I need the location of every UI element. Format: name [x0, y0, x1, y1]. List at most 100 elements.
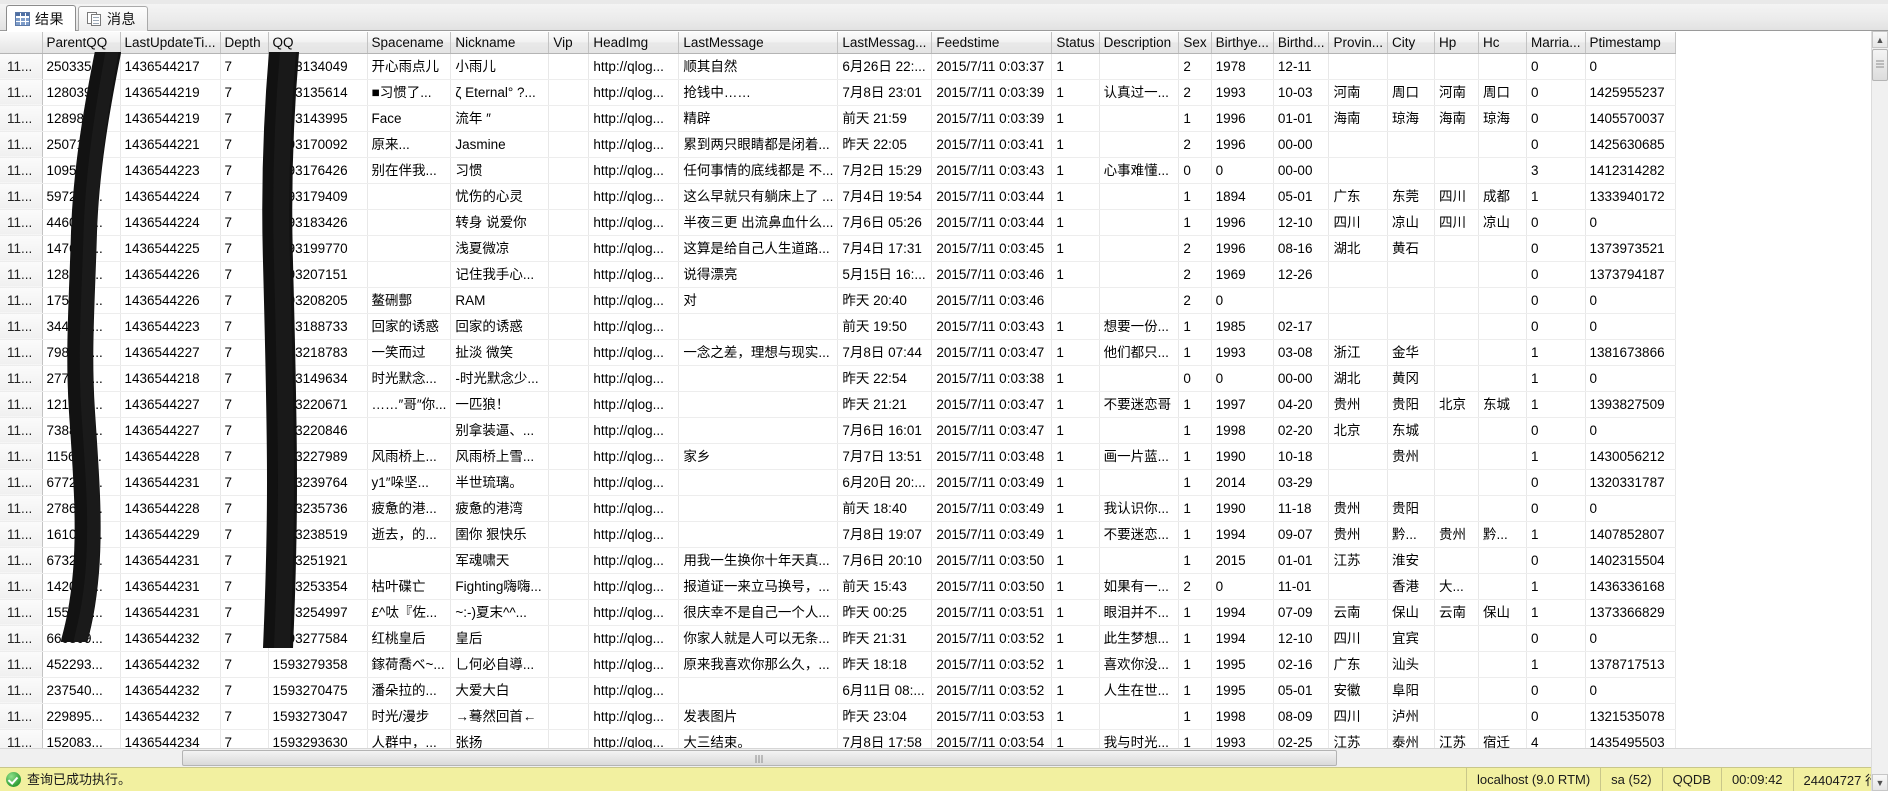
hscroll-page-right[interactable] [1337, 749, 1854, 767]
cell-rowhdr[interactable]: 11... [0, 365, 43, 392]
cell-vip[interactable] [548, 573, 590, 600]
cell-hc[interactable] [1478, 547, 1527, 574]
cell-feedstime[interactable]: 2015/7/11 0:03:39 [931, 105, 1053, 132]
table-row[interactable]: 11... 128646... 1436544226 7 1593207151 记住我手心… [0, 261, 1676, 288]
cell-ptimestamp[interactable]: 1402315504 [1585, 547, 1676, 574]
cell-parentqq[interactable]: 250335... [42, 53, 121, 80]
cell-hp[interactable]: 河南 [1434, 79, 1479, 106]
cell-birthday[interactable]: 12-10 [1273, 625, 1330, 652]
hscroll-thumb[interactable] [182, 750, 1337, 766]
cell-rowhdr[interactable]: 11... [0, 625, 43, 652]
cell-hp[interactable]: 四川 [1434, 209, 1479, 236]
cell-birthday[interactable]: 00-00 [1273, 157, 1330, 184]
cell-hp[interactable] [1434, 235, 1479, 262]
cell-spacename[interactable]: 逝去，的... [367, 521, 452, 548]
cell-hc[interactable]: 东城 [1478, 391, 1527, 418]
cell-feedstime[interactable]: 2015/7/11 0:03:49 [931, 495, 1053, 522]
cell-nickname[interactable]: 浅夏微凉 [450, 235, 550, 262]
cell-hp[interactable] [1434, 287, 1479, 314]
cell-description[interactable] [1099, 365, 1180, 392]
cell-nickname[interactable]: 乚何必自導... [450, 651, 550, 678]
cell-lastmessagt[interactable]: 7月8日 19:07 [837, 521, 933, 548]
cell-depth[interactable]: 7 [220, 391, 269, 418]
cell-city[interactable]: 凉山 [1387, 209, 1435, 236]
cell-parentqq[interactable]: 121091... [42, 391, 121, 418]
cell-hp[interactable]: 四川 [1434, 183, 1479, 210]
cell-city[interactable]: 东城 [1387, 417, 1435, 444]
cell-headimg[interactable]: http://qlog... [588, 677, 680, 704]
cell-nickname[interactable]: 风雨桥上雪... [450, 443, 550, 470]
cell-lastmessagt[interactable]: 昨天 21:21 [837, 391, 933, 418]
table-row[interactable]: 11... 798475... 1436544227 7 1593218783 一笑而过扯… [0, 339, 1676, 366]
cell-description[interactable]: 不要迷恋哥 [1099, 391, 1180, 418]
cell-parentqq[interactable]: 673225... [42, 547, 121, 574]
cell-ptimestamp[interactable]: 0 [1585, 209, 1676, 236]
cell-vip[interactable] [548, 131, 590, 158]
cell-ptimestamp[interactable]: 1435495503 [1585, 729, 1676, 748]
column-header-hc[interactable]: Hc [1478, 32, 1527, 54]
cell-status[interactable]: 1 [1051, 209, 1100, 236]
cell-parentqq[interactable]: 344329... [42, 313, 121, 340]
cell-lastupdateti[interactable]: 1436544229 [120, 521, 221, 548]
cell-hp[interactable] [1434, 157, 1479, 184]
cell-lastmessagt[interactable]: 7月4日 17:31 [837, 235, 933, 262]
cell-birthday[interactable]: 09-07 [1273, 521, 1330, 548]
cell-status[interactable] [1051, 287, 1100, 314]
cell-headimg[interactable]: http://qlog... [588, 573, 680, 600]
cell-lastupdateti[interactable]: 1436544231 [120, 599, 221, 626]
cell-province[interactable]: 贵州 [1328, 521, 1388, 548]
cell-nickname[interactable]: 疲惫的港湾 [450, 495, 550, 522]
cell-rowhdr[interactable]: 11... [0, 261, 43, 288]
cell-status[interactable]: 1 [1051, 599, 1100, 626]
cell-nickname[interactable]: 小雨儿 [450, 53, 550, 80]
cell-spacename[interactable]: 别在伴我... [367, 157, 452, 184]
cell-birthday[interactable]: 10-03 [1273, 79, 1330, 106]
cell-lastmessagt[interactable]: 7月6日 16:01 [837, 417, 933, 444]
cell-headimg[interactable]: http://qlog... [588, 261, 680, 288]
cell-lastmessage[interactable]: 说得漂亮 [678, 261, 839, 288]
cell-birthyear[interactable]: 1995 [1211, 677, 1274, 704]
cell-hp[interactable] [1434, 547, 1479, 574]
cell-headimg[interactable]: http://qlog... [588, 209, 680, 236]
vscroll-thumb[interactable] [1872, 49, 1888, 81]
cell-depth[interactable]: 7 [220, 521, 269, 548]
cell-description[interactable]: 人生在世... [1099, 677, 1180, 704]
table-row[interactable]: 11... 278656... 1436544228 7 1593235736 疲惫的港.… [0, 495, 1676, 522]
cell-rowhdr[interactable]: 11... [0, 209, 43, 236]
cell-parentqq[interactable]: 660809... [42, 625, 121, 652]
cell-vip[interactable] [548, 521, 590, 548]
cell-province[interactable]: 江苏 [1328, 729, 1388, 748]
column-header-nickname[interactable]: Nickname [450, 32, 550, 54]
cell-province[interactable] [1328, 131, 1388, 158]
cell-birthday[interactable]: 00-00 [1273, 131, 1330, 158]
vertical-scrollbar[interactable]: ▲ ▼ [1871, 31, 1888, 791]
cell-headimg[interactable]: http://qlog... [588, 53, 680, 80]
cell-description[interactable]: 我认识你... [1099, 495, 1180, 522]
cell-vip[interactable] [548, 625, 590, 652]
cell-status[interactable]: 1 [1051, 469, 1100, 496]
cell-birthday[interactable]: 02-20 [1273, 417, 1330, 444]
column-header-headimg[interactable]: HeadImg [588, 32, 680, 54]
cell-rowhdr[interactable]: 11... [0, 79, 43, 106]
cell-lastmessage[interactable]: 累到两只眼睛都是闭着... [678, 131, 839, 158]
cell-depth[interactable]: 7 [220, 625, 269, 652]
cell-lastmessagt[interactable]: 6月20日 20:... [837, 469, 933, 496]
cell-status[interactable]: 1 [1051, 79, 1100, 106]
cell-birthday[interactable]: 03-08 [1273, 339, 1330, 366]
cell-birthyear[interactable]: 0 [1211, 365, 1274, 392]
cell-headimg[interactable]: http://qlog... [588, 599, 680, 626]
cell-headimg[interactable]: http://qlog... [588, 495, 680, 522]
cell-lastupdateti[interactable]: 1436544226 [120, 261, 221, 288]
cell-status[interactable]: 1 [1051, 573, 1100, 600]
cell-lastmessage[interactable]: 对 [678, 287, 839, 314]
cell-ptimestamp[interactable]: 1425630685 [1585, 131, 1676, 158]
cell-parentqq[interactable]: 115679... [42, 443, 121, 470]
cell-province[interactable]: 四川 [1328, 703, 1388, 730]
cell-status[interactable]: 1 [1051, 729, 1100, 748]
cell-rowhdr[interactable]: 11... [0, 495, 43, 522]
cell-birthyear[interactable]: 0 [1211, 287, 1274, 314]
cell-hp[interactable]: 贵州 [1434, 521, 1479, 548]
cell-qq[interactable]: 1593273047 [268, 703, 368, 730]
cell-sex[interactable]: 1 [1178, 599, 1212, 626]
cell-nickname[interactable]: Fighting嗨嗨... [450, 573, 550, 600]
